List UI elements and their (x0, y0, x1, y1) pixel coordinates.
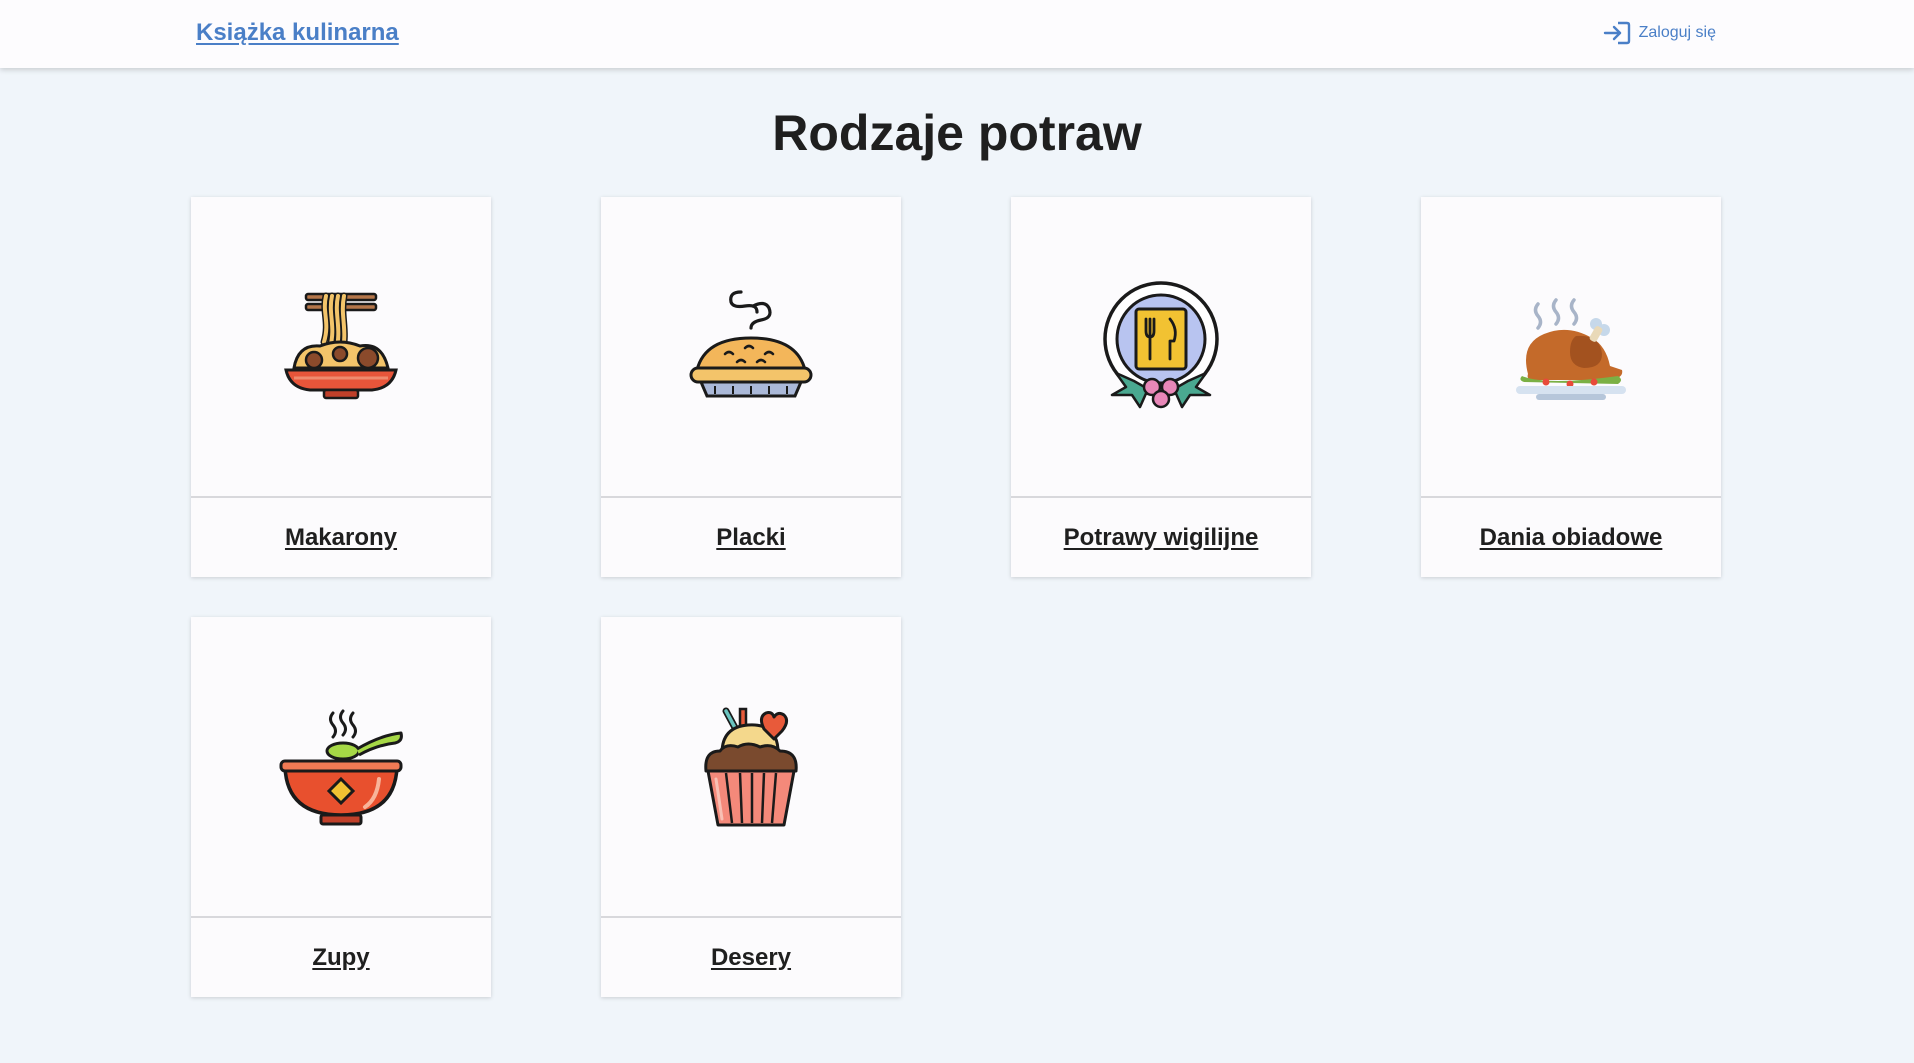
category-card-placki[interactable]: Placki (601, 197, 901, 577)
card-image (1011, 197, 1311, 496)
category-label[interactable]: Placki (601, 498, 901, 577)
category-label[interactable]: Desery (601, 918, 901, 997)
card-image (191, 617, 491, 916)
login-link[interactable]: Zaloguj się (1603, 20, 1716, 46)
roast-chicken-icon (1516, 297, 1626, 400)
category-card-dania-obiadowe[interactable]: Dania obiadowe (1421, 197, 1721, 577)
card-image (601, 197, 901, 496)
category-card-zupy[interactable]: Zupy (191, 617, 491, 997)
card-image (601, 617, 901, 916)
category-card-makarony[interactable]: Makarony (191, 197, 491, 577)
soup-bowl-icon (279, 709, 403, 825)
card-image (191, 197, 491, 496)
card-image (1421, 197, 1721, 496)
category-label[interactable]: Potrawy wigilijne (1011, 498, 1311, 577)
category-label[interactable]: Zupy (191, 918, 491, 997)
christmas-plate-icon (1103, 280, 1219, 408)
brand-link[interactable]: Książka kulinarna (196, 19, 399, 47)
category-label[interactable]: Dania obiadowe (1421, 498, 1721, 577)
login-icon (1603, 20, 1631, 46)
noodles-icon (284, 292, 398, 399)
pie-icon (689, 289, 813, 397)
category-card-desery[interactable]: Desery (601, 617, 901, 997)
login-label: Zaloguj się (1638, 24, 1716, 41)
category-label[interactable]: Makarony (191, 498, 491, 577)
cupcake-icon (704, 707, 798, 826)
page-title: Rodzaje potraw (772, 105, 1142, 161)
top-navbar: Książka kulinarna Zaloguj się (0, 0, 1914, 68)
category-card-potrawy-wigilijne[interactable]: Potrawy wigilijne (1011, 197, 1311, 577)
